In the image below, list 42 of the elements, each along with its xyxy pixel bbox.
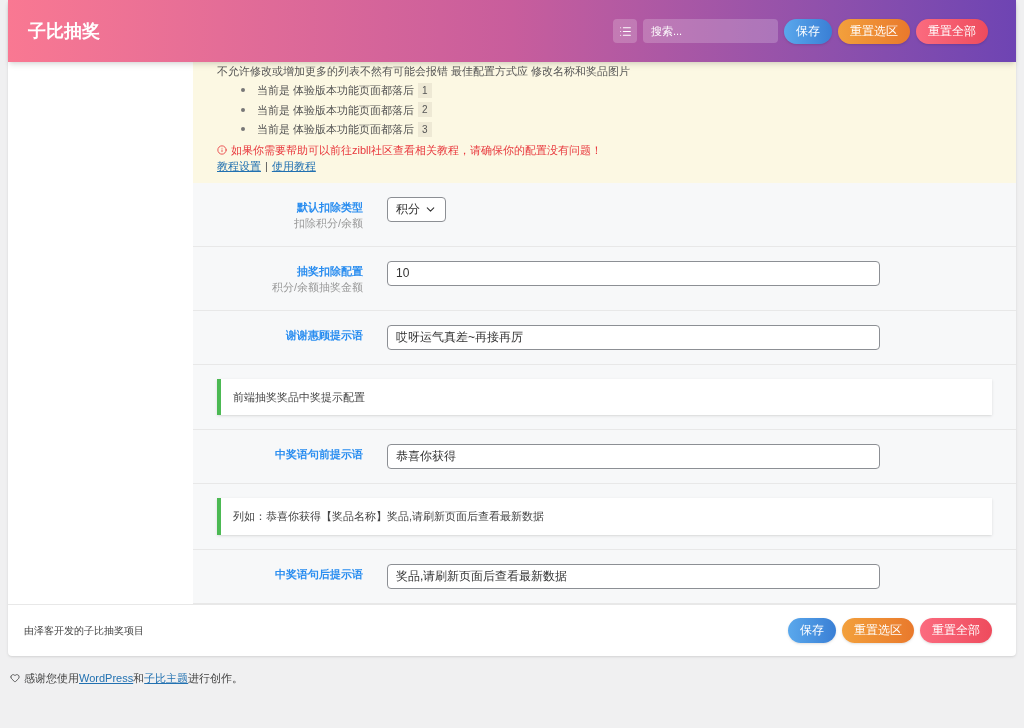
- section-note: 列如：恭喜你获得【奖品名称】奖品,请刷新页面后查看最新数据: [217, 498, 992, 535]
- section-note: 前端抽奖奖品中奖提示配置: [217, 378, 992, 415]
- notice-item: 当前是 体验版本功能页面都落后: [257, 83, 415, 98]
- notice-item: 当前是 体验版本功能页面都落后: [257, 102, 415, 118]
- footer-text: 由泽客开发的子比抽奖项目: [24, 623, 144, 638]
- header-button[interactable]: 重置选区: [838, 18, 910, 44]
- field-label: 中奖语句后提示语: [275, 566, 363, 582]
- text-input[interactable]: 恭喜你获得: [387, 444, 880, 469]
- header-button[interactable]: 保存: [784, 18, 832, 44]
- notice-number: 1: [418, 82, 432, 98]
- text-input[interactable]: 哎呀运气真差~再接再厉: [387, 324, 880, 350]
- bullet-icon: [241, 127, 245, 132]
- wordpress-link[interactable]: WordPress: [79, 671, 134, 684]
- bullet-icon: [241, 107, 245, 112]
- header-button[interactable]: 保存: [788, 617, 836, 643]
- field-label: 默认扣除类型: [297, 199, 363, 215]
- header-button[interactable]: 重置选区: [842, 617, 914, 643]
- theme-link[interactable]: 子比主题: [144, 671, 189, 684]
- header-button[interactable]: 重置全部: [920, 617, 992, 643]
- type-select[interactable]: 积分: [387, 196, 446, 222]
- page-title: 子比抽奖: [28, 19, 100, 43]
- credit-text: 感谢您使用WordPress和子比主题进行创作。: [24, 670, 244, 686]
- text-input[interactable]: 奖品,请刷新页面后查看最新数据: [387, 563, 880, 589]
- help-warning: 如果你需要帮助可以前往zibll社区查看相关教程，请确保你的配置没有问题！: [231, 142, 602, 158]
- field-label: 抽奖扣除配置: [297, 263, 363, 279]
- notice-number: 3: [418, 121, 432, 137]
- field-description: 扣除积分/余额: [293, 216, 363, 231]
- field-label: 谢谢惠顾提示语: [286, 327, 363, 343]
- separator-text: |: [265, 159, 268, 174]
- header-button[interactable]: 重置全部: [916, 18, 988, 44]
- tutorial-link[interactable]: 教程设置: [217, 158, 261, 175]
- notice-item: 当前是 体验版本功能页面都落后: [257, 122, 415, 137]
- tutorial-link[interactable]: 使用教程: [271, 158, 316, 175]
- text-input[interactable]: 10: [387, 260, 880, 286]
- bullet-icon: [241, 88, 245, 93]
- info-icon: [217, 144, 227, 155]
- field-description: 积分/余额抽奖金额: [271, 280, 363, 295]
- notice-intro: 不允许修改或增加更多的列表不然有可能会报错 最佳配置方式应 修改名称和奖品图片: [217, 64, 632, 78]
- heart-icon: [10, 672, 20, 683]
- menu-icon[interactable]: [613, 19, 637, 43]
- notice-number: 2: [418, 102, 432, 118]
- field-label: 中奖语句前提示语: [275, 447, 363, 462]
